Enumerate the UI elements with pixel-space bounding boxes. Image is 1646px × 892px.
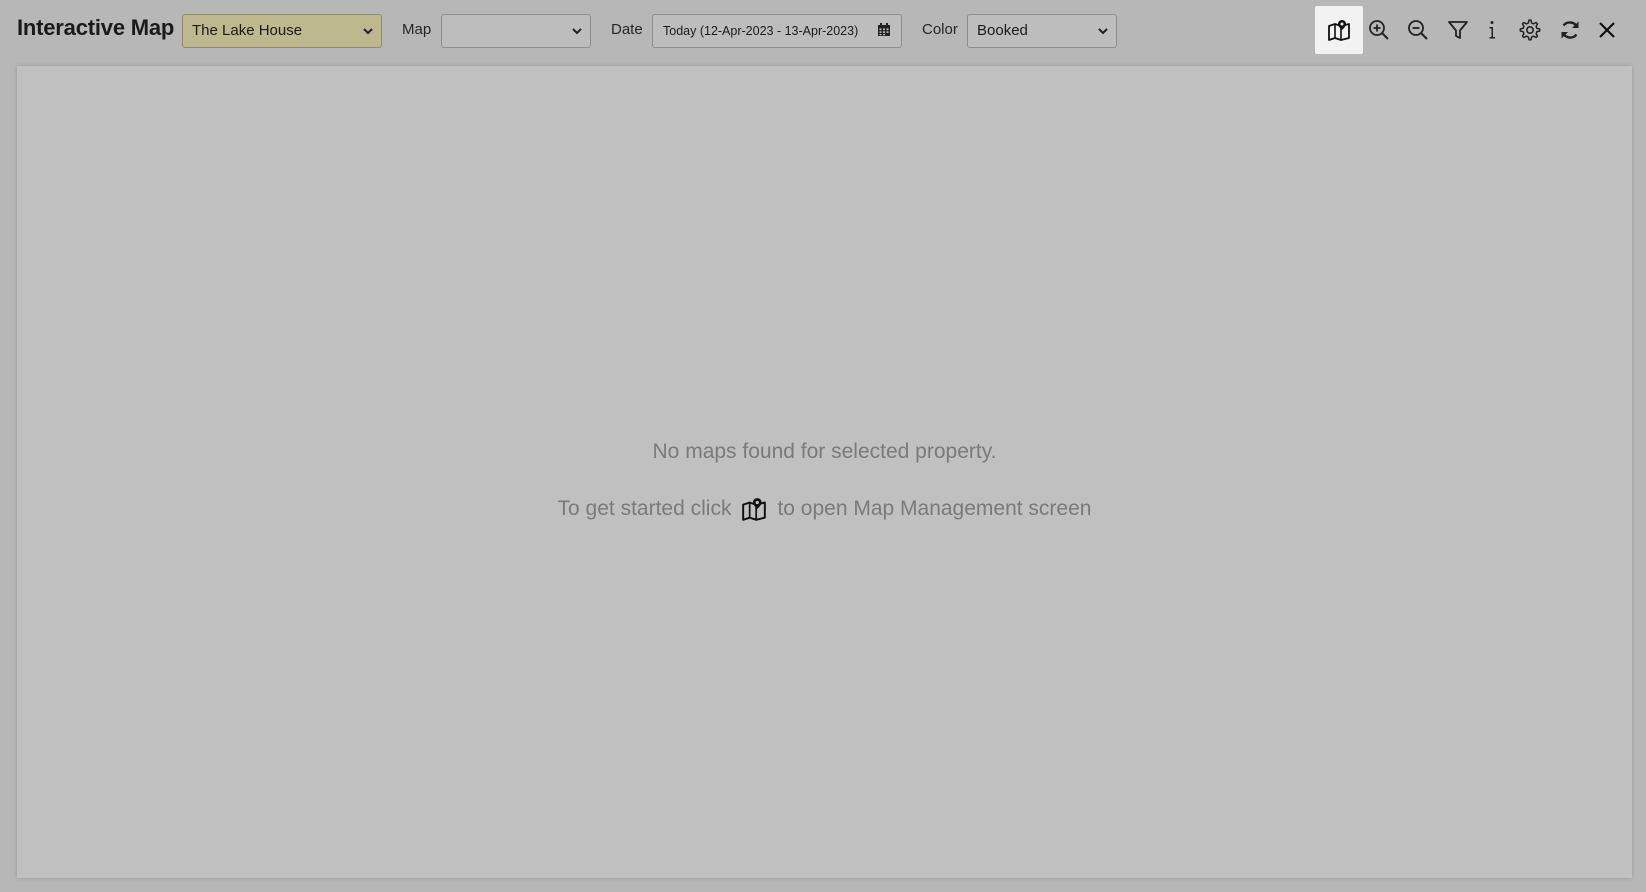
color-select[interactable]: Booked <box>967 14 1117 48</box>
date-label: Date <box>611 21 643 38</box>
chevron-down-icon <box>572 28 582 35</box>
map-management-icon <box>1328 20 1350 41</box>
chevron-down-icon <box>363 28 373 35</box>
close-button[interactable] <box>1583 6 1631 54</box>
empty-state-message: No maps found for selected property. <box>652 440 997 463</box>
filter-icon <box>1448 21 1468 39</box>
property-select[interactable]: The Lake House <box>182 14 382 48</box>
info-icon <box>1489 21 1495 39</box>
page-title: Interactive Map <box>17 15 175 40</box>
color-label: Color <box>922 21 958 38</box>
date-range-value: Today (12-Apr-2023 - 13-Apr-2023) <box>663 24 859 38</box>
top-toolbar: Interactive Map The Lake House Map Date … <box>0 0 1646 64</box>
empty-state-instructions: To get started click to open Map Managem… <box>17 496 1632 522</box>
close-icon <box>1599 22 1615 38</box>
zoom-in-icon <box>1369 20 1389 40</box>
map-management-icon <box>741 496 767 522</box>
chevron-down-icon <box>1098 28 1108 35</box>
map-canvas: No maps found for selected property. To … <box>17 66 1632 878</box>
refresh-icon <box>1561 21 1579 39</box>
calendar-icon[interactable] <box>877 23 891 37</box>
color-select-value: Booked <box>977 22 1028 39</box>
map-label: Map <box>402 21 432 38</box>
empty-state-text-after: to open Map Management screen <box>777 497 1092 520</box>
zoom-out-icon <box>1408 20 1428 40</box>
date-range-input[interactable]: Today (12-Apr-2023 - 13-Apr-2023) <box>652 14 902 48</box>
map-select[interactable] <box>441 14 591 48</box>
empty-state-text-before: To get started click <box>557 497 732 520</box>
property-select-value: The Lake House <box>192 22 303 39</box>
gear-icon <box>1519 19 1541 41</box>
